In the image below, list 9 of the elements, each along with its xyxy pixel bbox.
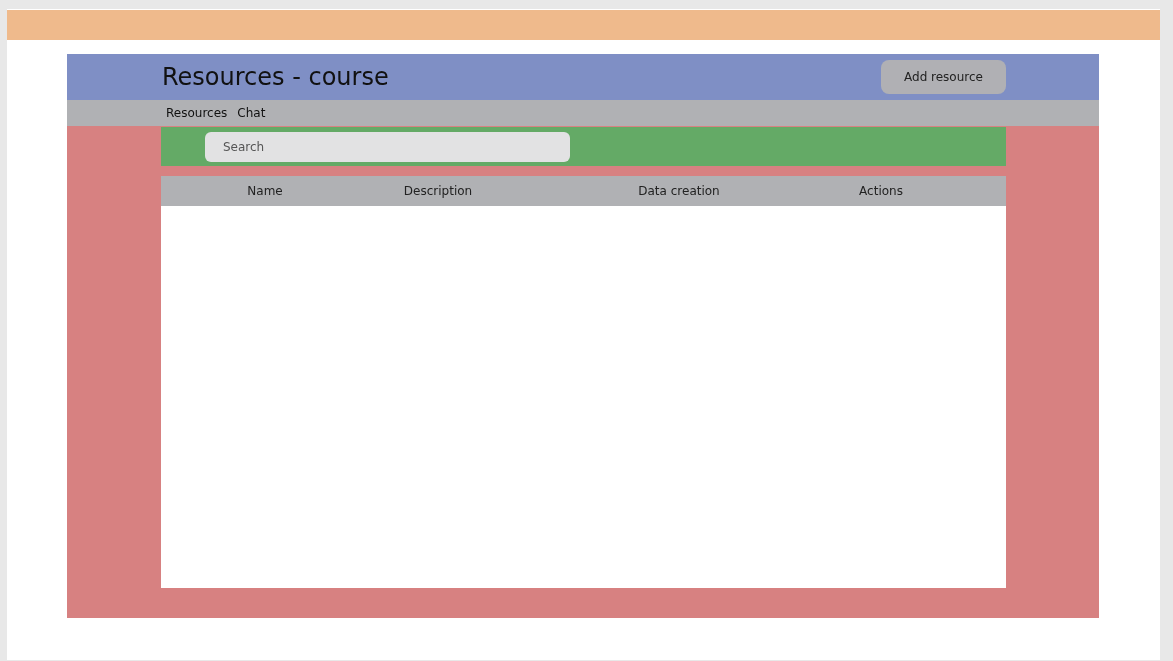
column-header: Actions — [859, 184, 903, 198]
column-header: Name — [247, 184, 283, 198]
nav-link[interactable]: Chat — [237, 106, 266, 120]
column-header: Data creation — [638, 184, 720, 198]
search-field[interactable]: Search — [205, 131, 570, 162]
page-title: Resources - course — [162, 63, 389, 91]
nav-link[interactable]: Resources — [166, 106, 228, 120]
column-header: Description — [403, 184, 473, 198]
add-resource-button[interactable]: Add resource — [881, 60, 1006, 94]
